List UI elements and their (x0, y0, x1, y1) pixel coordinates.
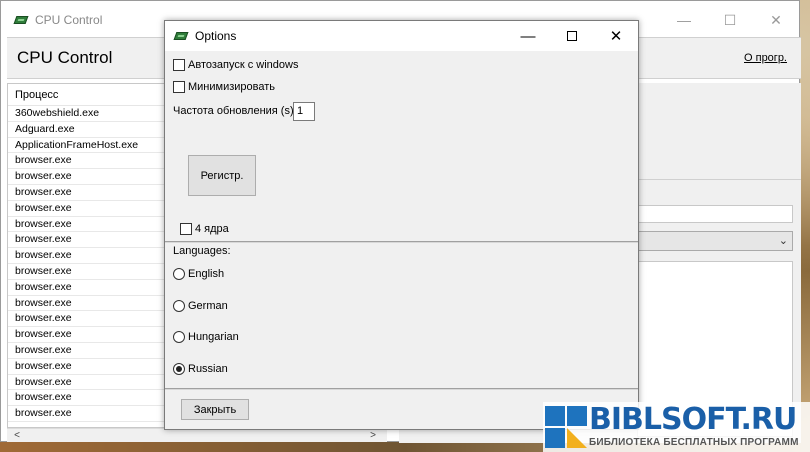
language-radio-german[interactable]: German (173, 299, 228, 312)
checkbox-box[interactable] (180, 223, 192, 235)
scroll-left-icon[interactable]: < (9, 429, 25, 443)
main-window-controls: — ☐ ✕ (661, 1, 799, 39)
maximize-button[interactable]: ☐ (707, 1, 753, 39)
options-close-button[interactable]: ✕ (594, 21, 638, 51)
biblsoft-logo-icon (545, 406, 587, 448)
options-dialog: Options — ✕ Автозапуск с windows Минимиз… (164, 20, 639, 430)
minimize-checkbox[interactable]: Минимизировать (173, 81, 275, 93)
horizontal-scrollbar[interactable]: < > (7, 428, 387, 442)
options-divider (165, 241, 638, 243)
biblsoft-watermark: BIBLSOFT.RU БИБЛИОТЕКА БЕСПЛАТНЫХ ПРОГРА… (543, 402, 810, 452)
radio-dot-icon[interactable] (173, 299, 185, 312)
options-maximize-button[interactable] (550, 21, 594, 51)
language-label: English (188, 268, 225, 280)
details-textbox[interactable] (637, 205, 793, 223)
radio-dot-icon[interactable] (173, 363, 185, 376)
minimize-button[interactable]: — (661, 1, 707, 39)
four-cores-checkbox[interactable]: 4 ядра (180, 223, 229, 235)
maximize-icon (567, 31, 577, 41)
checkbox-box[interactable] (173, 59, 185, 71)
autostart-label: Автозапуск с windows (188, 59, 299, 71)
options-titlebar[interactable]: Options — ✕ (165, 21, 638, 51)
autostart-checkbox[interactable]: Автозапуск с windows (173, 59, 298, 71)
chevron-down-icon: ⌄ (778, 235, 788, 247)
radio-dot-icon[interactable] (173, 268, 185, 280)
app-heading: CPU Control (17, 48, 113, 67)
languages-label: Languages: (173, 245, 231, 257)
scroll-right-icon[interactable]: > (365, 429, 381, 443)
radio-dot-icon[interactable] (173, 331, 185, 344)
refresh-rate-label: Частота обновления (s): (173, 105, 297, 117)
options-footer-divider (165, 388, 638, 390)
language-radio-russian[interactable]: Russian (173, 363, 228, 376)
options-title: Options (195, 29, 237, 43)
minimize-label: Минимизировать (188, 81, 276, 93)
language-label: Russian (188, 363, 228, 376)
details-combobox[interactable]: ⌄ (637, 231, 793, 251)
about-link[interactable]: О прогр. (744, 52, 787, 64)
language-radio-english[interactable]: English (173, 268, 224, 280)
refresh-rate-input[interactable]: 1 (293, 102, 315, 121)
register-button[interactable]: Регистр. (188, 155, 256, 196)
checkbox-box[interactable] (173, 81, 185, 93)
language-label: Hungarian (188, 331, 239, 344)
options-window-controls: — ✕ (506, 21, 638, 51)
four-cores-label: 4 ядра (195, 223, 229, 235)
watermark-brand: BIBLSOFT.RU (589, 402, 797, 437)
cpu-chip-icon (173, 30, 189, 42)
options-minimize-button[interactable]: — (506, 21, 550, 51)
close-options-button[interactable]: Закрыть (181, 399, 249, 420)
language-radio-hungarian[interactable]: Hungarian (173, 331, 239, 344)
language-label: German (188, 299, 228, 312)
main-window-title: CPU Control (35, 13, 103, 27)
watermark-subtitle: БИБЛИОТЕКА БЕСПЛАТНЫХ ПРОГРАММ (589, 437, 799, 448)
close-button[interactable]: ✕ (753, 1, 799, 39)
cpu-chip-icon (13, 14, 29, 26)
